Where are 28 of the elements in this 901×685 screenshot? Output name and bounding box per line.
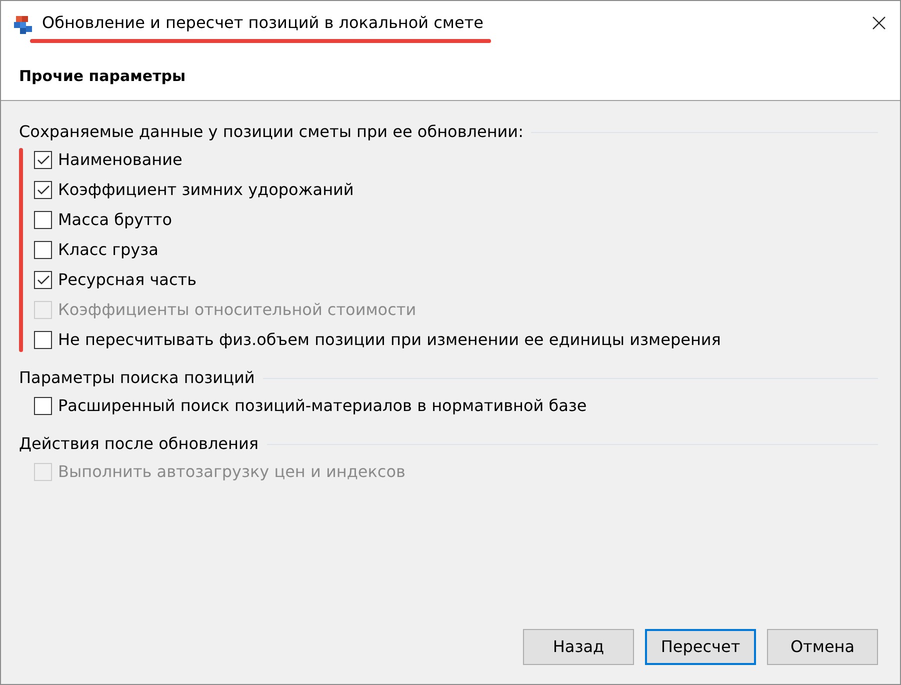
group-heading: Действия после обновления bbox=[19, 433, 258, 455]
checkbox[interactable] bbox=[34, 241, 52, 259]
checkbox-label: Масса брутто bbox=[58, 209, 172, 231]
checkbox-label: Выполнить автозагрузку цен и индексов bbox=[58, 461, 406, 483]
checkbox-label: Расширенный поиск позиций-материалов в нормативной базе bbox=[58, 395, 587, 417]
group-heading: Параметры поиска позиций bbox=[19, 367, 255, 389]
checkbox[interactable] bbox=[34, 397, 52, 415]
checkbox[interactable] bbox=[34, 211, 52, 229]
dialog-button[interactable]: Пересчет bbox=[645, 629, 756, 665]
page-header: Прочие параметры bbox=[19, 67, 186, 85]
checkbox-label: Не пересчитывать физ.объем позиции при изменении ее единицы измерения bbox=[58, 329, 721, 351]
dialog-button[interactable]: Назад bbox=[523, 629, 634, 665]
dialog-button[interactable]: Отмена bbox=[767, 629, 878, 665]
checkbox-label: Ресурсная часть bbox=[58, 269, 196, 291]
checkbox-label: Коэффициенты относительной стоимости bbox=[58, 299, 416, 321]
window-title: Обновление и пересчет позиций в локальной смете bbox=[42, 13, 484, 32]
check-icon bbox=[36, 275, 50, 285]
check-icon bbox=[36, 185, 50, 195]
close-icon[interactable] bbox=[872, 16, 886, 30]
checkbox-label: Класс груза bbox=[58, 239, 158, 261]
checkbox[interactable] bbox=[34, 271, 52, 289]
group-heading: Сохраняемые данные у позиции сметы при ее обновлении: bbox=[19, 121, 524, 143]
checkbox[interactable] bbox=[34, 331, 52, 349]
checkbox-label: Коэффициент зимних удорожаний bbox=[58, 179, 354, 201]
checkbox-label: Наименование bbox=[58, 149, 182, 171]
check-icon bbox=[36, 155, 50, 165]
checkbox[interactable] bbox=[34, 181, 52, 199]
checkbox[interactable] bbox=[34, 151, 52, 169]
